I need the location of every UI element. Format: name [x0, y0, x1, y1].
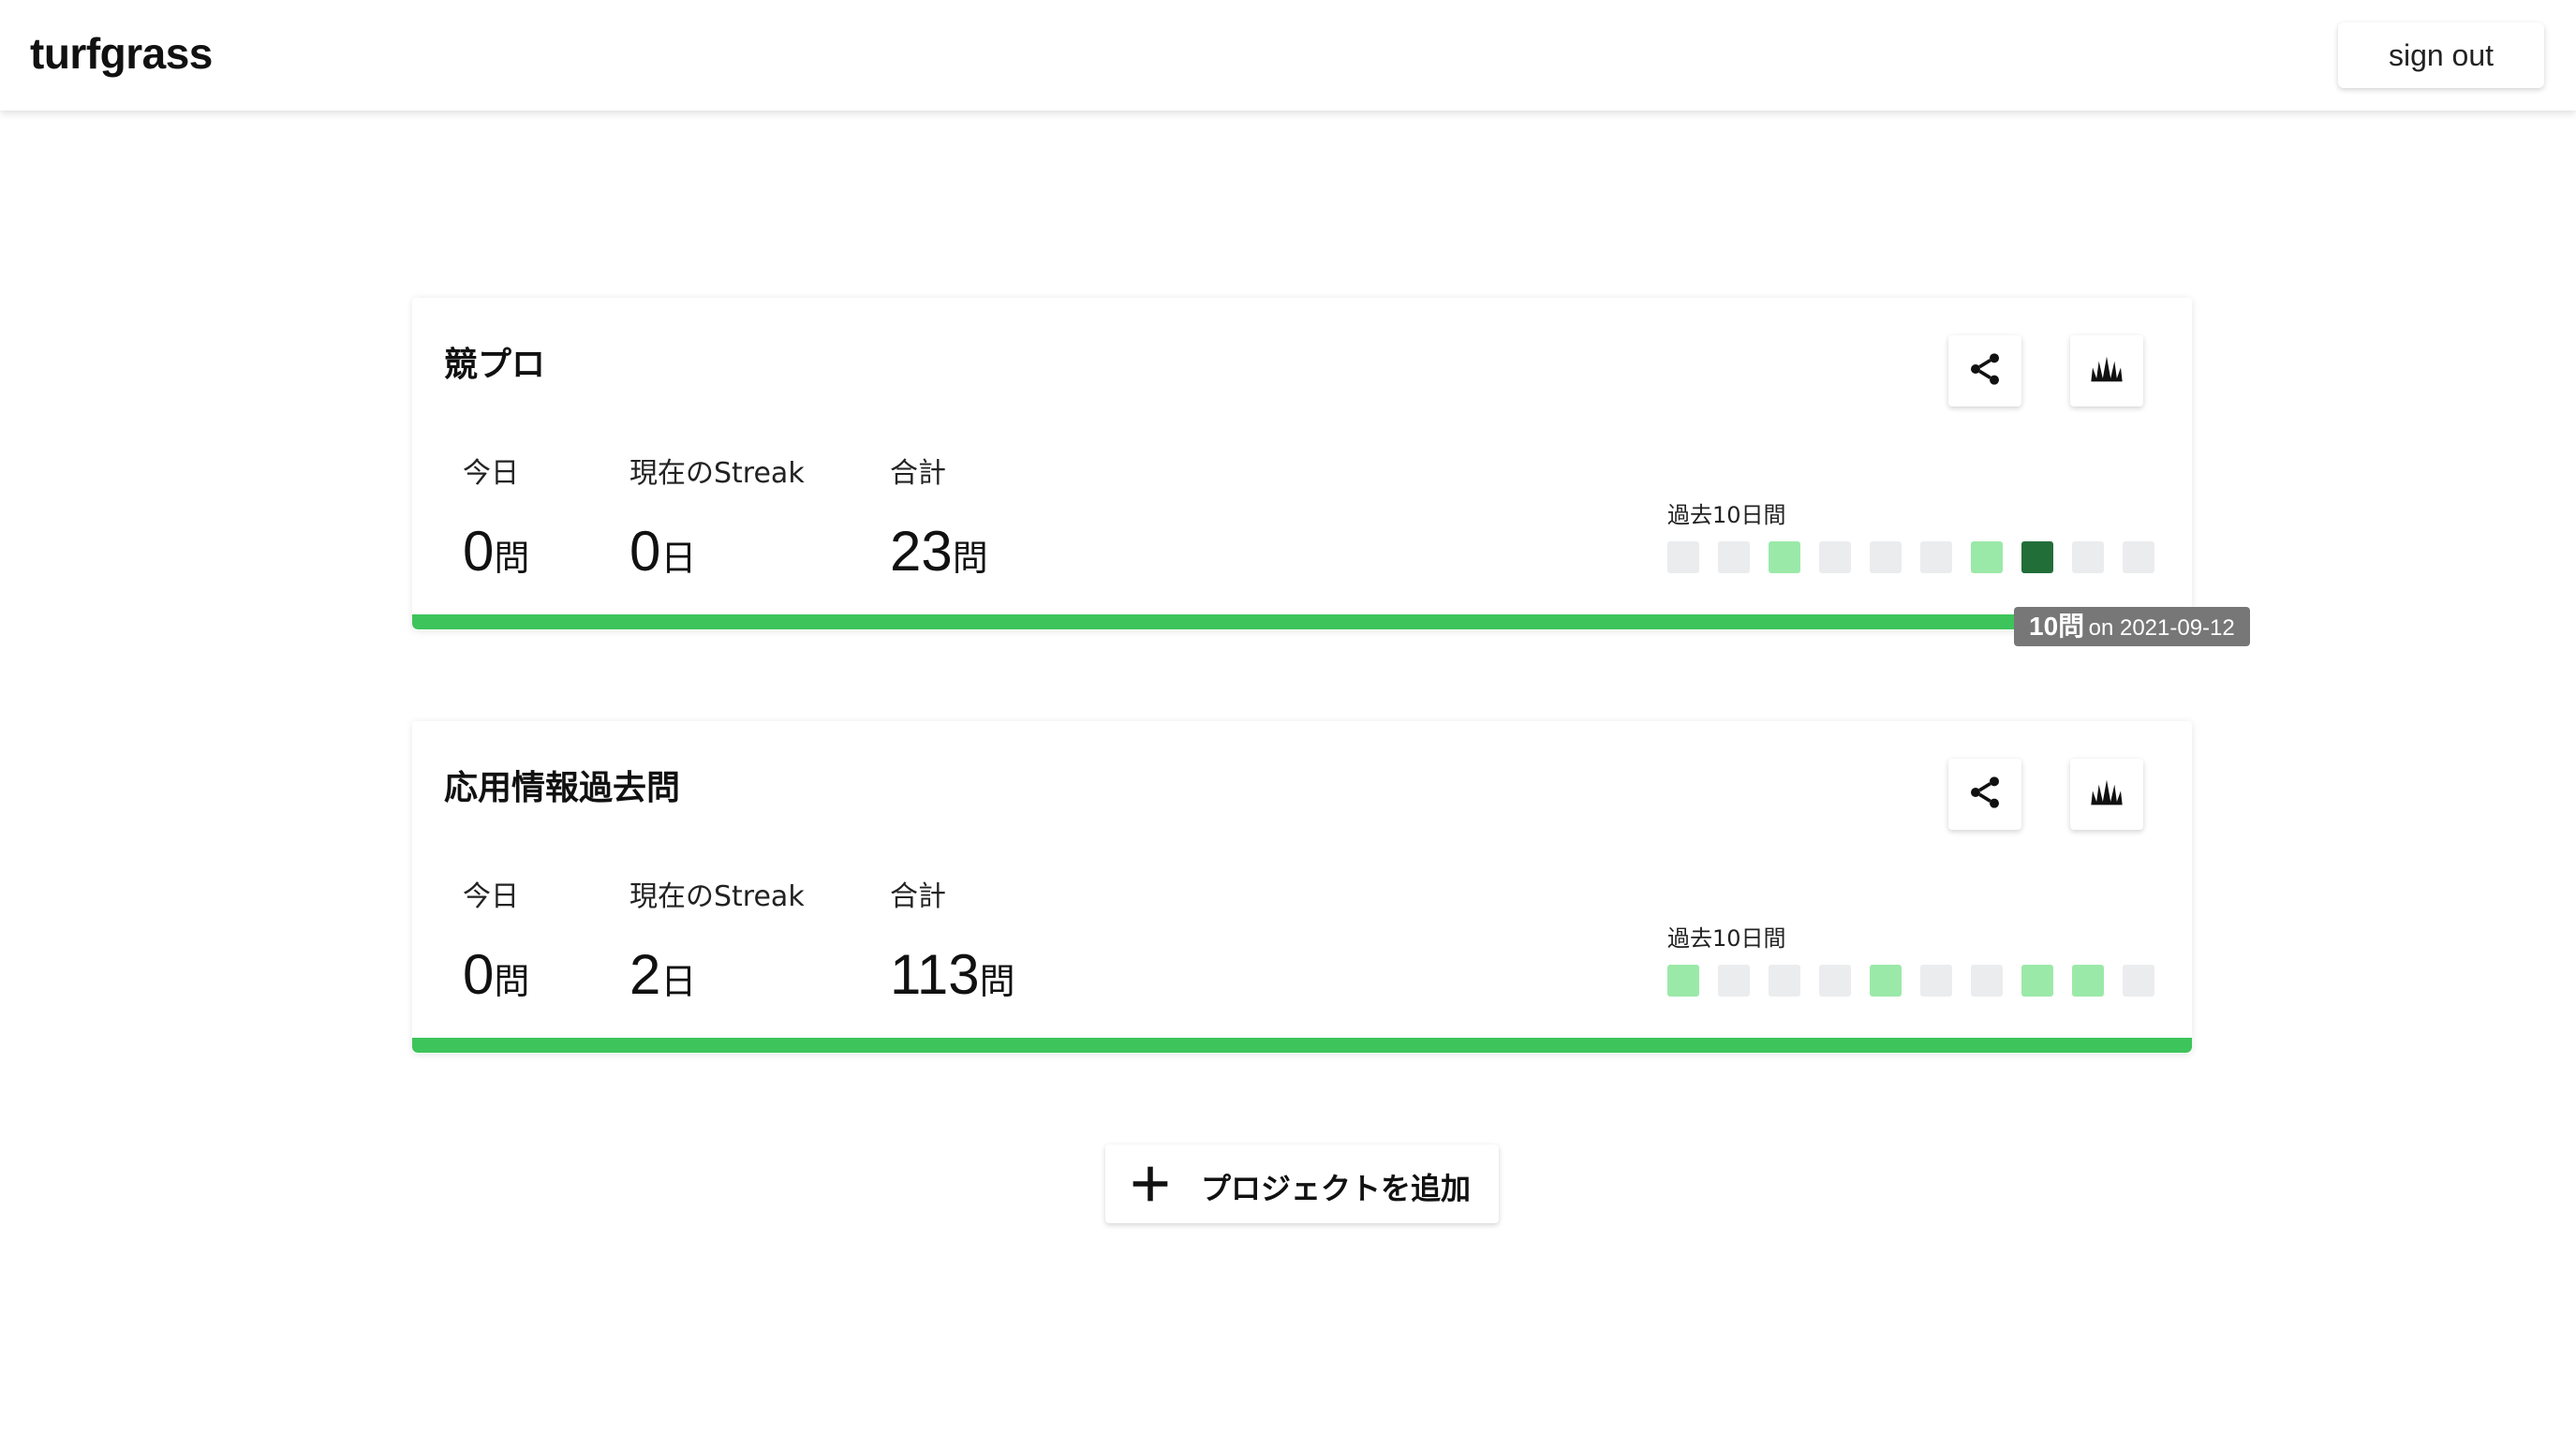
app-logo[interactable]: turfgrass [30, 28, 213, 79]
stat-total: 合計 23問 [890, 450, 988, 584]
history-cell[interactable] [1870, 965, 1902, 997]
stat-number: 23 [890, 520, 953, 583]
history-cell[interactable] [1667, 965, 1699, 997]
stat-value: 23問 [890, 519, 988, 584]
progress-bar [412, 1038, 2192, 1053]
stat-number: 2 [629, 943, 661, 1006]
grass-icon [2088, 774, 2125, 815]
stat-label: 合計 [890, 457, 946, 490]
tooltip-date: on 2021-09-12 [2088, 615, 2235, 641]
history-cell[interactable] [2072, 541, 2104, 573]
history-label: 過去10日間 [1667, 925, 1786, 952]
history-grid [1667, 541, 2192, 573]
sign-out-button[interactable]: sign out [2338, 22, 2544, 88]
project-card: 競プロ 今日 0問 現在のStreak 0日 合計 23問 過去10日間 [412, 298, 2192, 630]
share-button[interactable] [1948, 335, 2021, 406]
stat-unit: 日 [660, 961, 697, 1002]
history-cell[interactable] [1769, 541, 1800, 573]
history-cell[interactable] [1769, 965, 1800, 997]
stat-number: 0 [463, 943, 495, 1006]
history-cell[interactable] [1819, 965, 1851, 997]
stat-label: 今日 [463, 457, 519, 490]
stat-total: 合計 113問 [890, 873, 1015, 1007]
stat-label: 現在のStreak [629, 457, 805, 490]
stat-unit: 日 [660, 538, 697, 579]
stat-today: 今日 0問 [463, 450, 529, 584]
history-tooltip: 10問 on 2021-09-12 [2014, 607, 2250, 646]
stat-number: 0 [629, 520, 661, 583]
stat-label: 現在のStreak [629, 880, 805, 913]
stat-value: 0問 [463, 942, 529, 1007]
grass-button[interactable] [2070, 759, 2143, 830]
stat-number: 113 [890, 943, 980, 1006]
share-icon [1966, 774, 2004, 815]
grass-icon [2088, 350, 2125, 391]
project-card: 応用情報過去問 今日 0問 現在のStreak 2日 合計 113問 過去10日… [412, 721, 2192, 1054]
history-cell[interactable] [2072, 965, 2104, 997]
grass-button[interactable] [2070, 335, 2143, 406]
top-header: turfgrass sign out [0, 0, 2576, 111]
history-cell[interactable] [1971, 541, 2003, 573]
history-cell[interactable] [1870, 541, 1902, 573]
history-cell[interactable] [1920, 541, 1952, 573]
history-cell[interactable] [1819, 541, 1851, 573]
share-button[interactable] [1948, 759, 2021, 830]
stat-unit: 問 [952, 538, 988, 579]
stat-value: 0問 [463, 519, 529, 584]
stat-value: 2日 [629, 942, 805, 1007]
project-title: 応用情報過去問 [444, 769, 681, 807]
progress-bar [412, 614, 2192, 629]
stat-unit: 問 [494, 961, 530, 1002]
stat-streak: 現在のStreak 2日 [629, 873, 805, 1007]
history-cell[interactable] [1920, 965, 1952, 997]
history-cell[interactable] [2021, 965, 2053, 997]
history-cell[interactable] [1718, 541, 1750, 573]
stat-value: 113問 [890, 942, 1015, 1007]
share-icon [1966, 350, 2004, 391]
stat-value: 0日 [629, 519, 805, 584]
tooltip-count: 10問 [2029, 612, 2085, 641]
stat-unit: 問 [979, 961, 1015, 1002]
plus-icon [1130, 1163, 1171, 1204]
stat-label: 今日 [463, 880, 519, 913]
history-cell[interactable] [1971, 965, 2003, 997]
history-cell[interactable] [2123, 965, 2154, 997]
progress-fill [412, 1038, 2192, 1053]
stat-today: 今日 0問 [463, 873, 529, 1007]
stat-label: 合計 [890, 880, 946, 913]
stat-streak: 現在のStreak 0日 [629, 450, 805, 584]
add-project-button[interactable]: プロジェクトを追加 [1105, 1145, 1499, 1223]
add-project-label: プロジェクトを追加 [1201, 1171, 1472, 1206]
history-cell[interactable] [1718, 965, 1750, 997]
progress-fill [412, 614, 2192, 629]
history-grid [1667, 965, 2192, 997]
history-cell[interactable] [2021, 541, 2053, 573]
history-cell[interactable] [1667, 541, 1699, 573]
stat-number: 0 [463, 520, 495, 583]
project-title: 競プロ [444, 346, 546, 384]
history-cell[interactable] [2123, 541, 2154, 573]
stat-unit: 問 [494, 538, 530, 579]
history-label: 過去10日間 [1667, 502, 1786, 528]
